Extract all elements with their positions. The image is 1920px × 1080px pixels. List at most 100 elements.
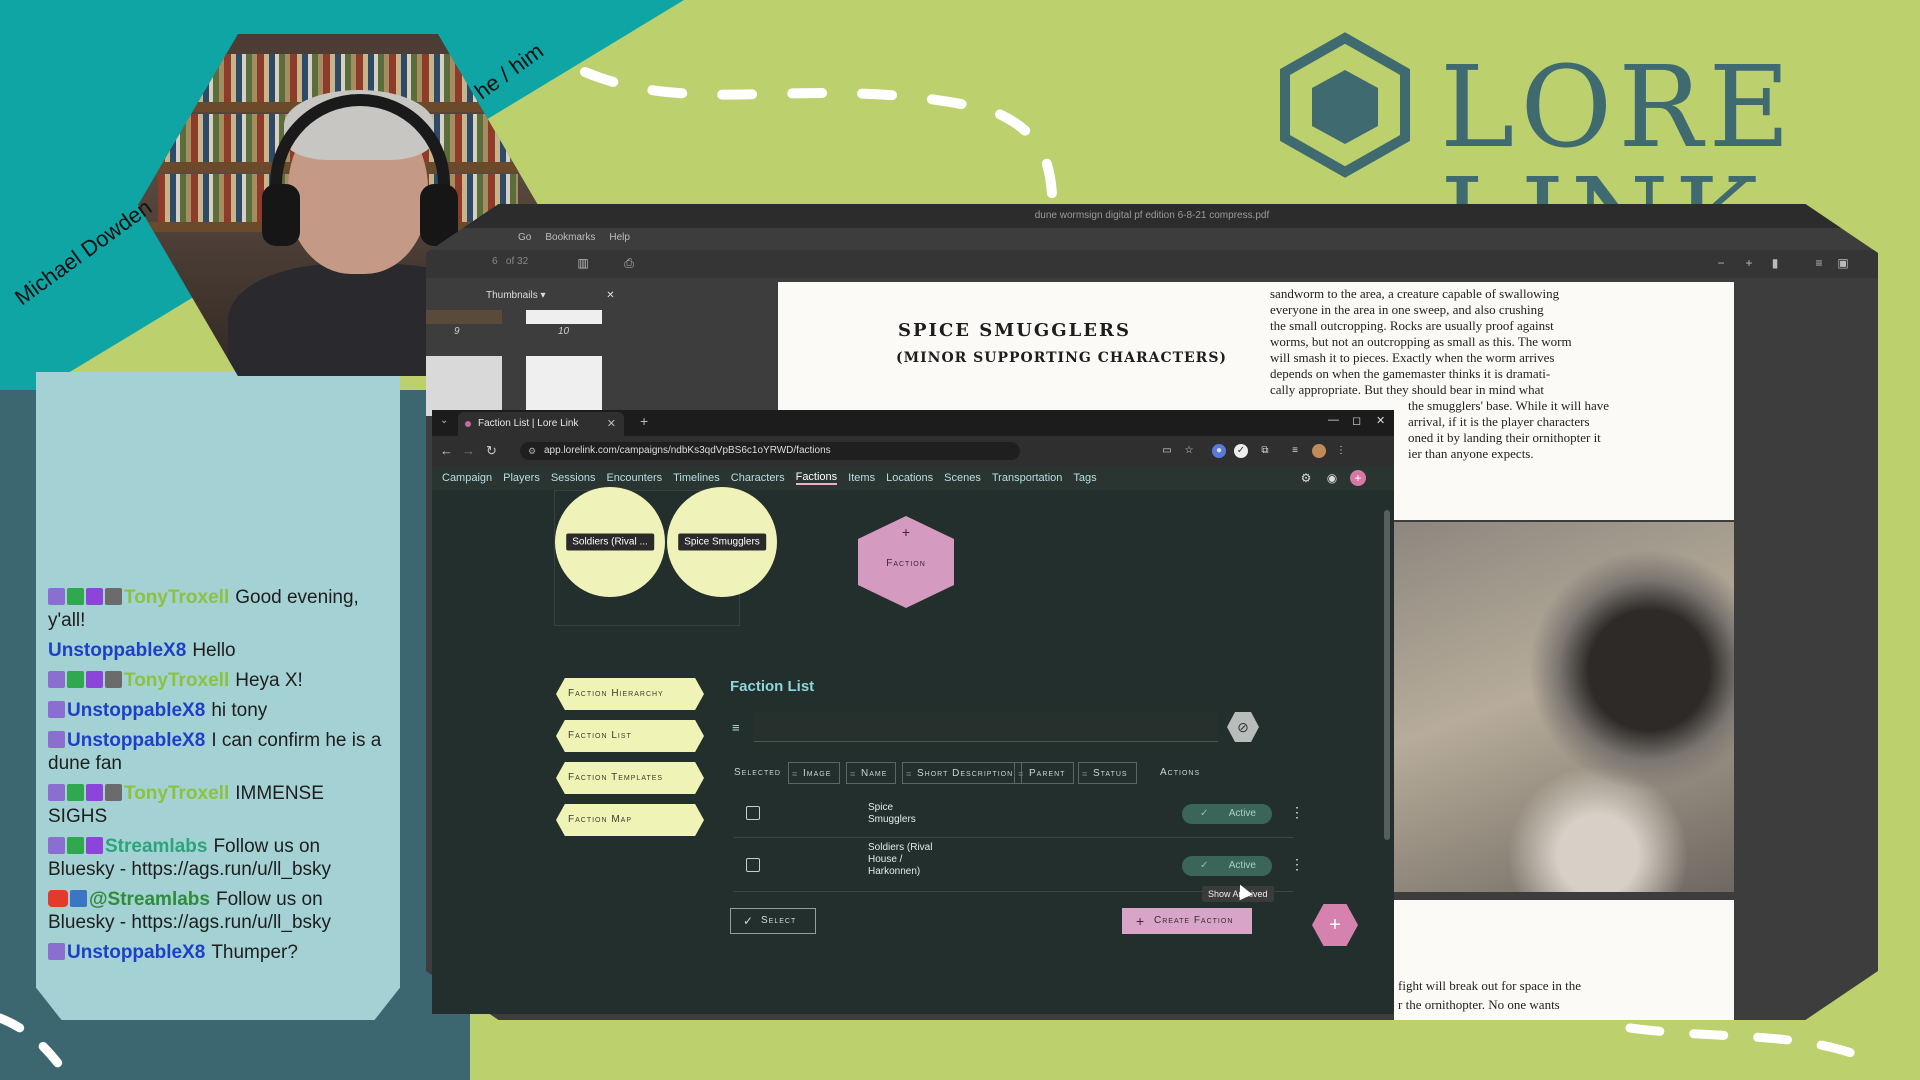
chat-username[interactable]: UnstoppableX8 (67, 700, 205, 721)
page-indicator[interactable]: 6 of 32 (492, 256, 528, 267)
fullscreen-icon[interactable]: ▣ (1836, 256, 1850, 270)
nav-items[interactable]: Items (848, 472, 875, 484)
thumbnails-dropdown[interactable]: Thumbnails ▾ ✕ (486, 290, 615, 301)
more-actions-icon[interactable]: ⋮ (1290, 804, 1304, 821)
menu-help[interactable]: Help (609, 232, 630, 243)
text-line: depends on when the gamemaster thinks it… (1270, 366, 1551, 381)
column-short-description[interactable]: Short Description (902, 762, 1023, 785)
extension-icon[interactable]: ✓ (1234, 444, 1248, 458)
faction-node[interactable]: Soldiers (Rival ... (555, 487, 665, 597)
page-thumbnail[interactable] (526, 356, 602, 416)
minimize-icon[interactable]: — (1328, 414, 1339, 426)
site-info-icon[interactable]: ⚙ (528, 442, 536, 460)
maximize-icon[interactable]: ◻ (1352, 414, 1361, 427)
zoom-out-icon[interactable]: − (1714, 256, 1728, 270)
filter-icon[interactable]: ≡ (732, 720, 740, 735)
gift-badge-icon (105, 784, 122, 801)
floating-add-button[interactable]: + (1312, 904, 1358, 946)
chat-username[interactable]: TonyTroxell (124, 783, 229, 804)
faction-node[interactable]: Spice Smugglers (667, 487, 777, 597)
gift-badge-icon (105, 671, 122, 688)
menu-go[interactable]: Go (518, 232, 531, 243)
nav-scenes[interactable]: Scenes (944, 472, 981, 484)
page-thumbnail[interactable] (526, 310, 602, 324)
add-faction-node[interactable]: + Faction (858, 516, 954, 608)
chat-username[interactable]: TonyTroxell (124, 587, 229, 608)
column-status[interactable]: Status (1078, 762, 1137, 785)
clear-filter-icon[interactable]: ⊘ (1227, 712, 1259, 742)
twitch-badge-icon (48, 671, 65, 688)
extensions-puzzle-icon[interactable]: ⧉ (1258, 444, 1272, 458)
visibility-eye-icon[interactable]: ◉ (1324, 470, 1340, 486)
nav-characters[interactable]: Characters (731, 472, 785, 484)
status-badge[interactable]: Active (1182, 804, 1272, 824)
profile-avatar[interactable] (1312, 444, 1326, 458)
chat-username[interactable]: Streamlabs (105, 836, 207, 857)
page-total: of 32 (505, 256, 529, 267)
row-checkbox[interactable] (746, 806, 760, 820)
reload-icon[interactable]: ↻ (486, 443, 497, 459)
pdf-body-text: fight will break out for space in the r … (1398, 976, 1581, 1014)
tab-search-icon[interactable]: ⌄ (440, 415, 448, 426)
select-button[interactable]: ✓ Select (730, 908, 816, 934)
nav-players[interactable]: Players (503, 472, 540, 484)
page-current[interactable]: 6 (492, 256, 498, 267)
page-thumbnail[interactable] (426, 356, 502, 416)
faction-node-label: Spice Smugglers (678, 533, 766, 551)
table-row[interactable]: Spice Smugglers Active ⋮ (734, 790, 1304, 838)
cast-icon[interactable]: ▭ (1160, 444, 1174, 458)
settings-gear-icon[interactable]: ⚙ (1298, 470, 1314, 486)
nav-timelines[interactable]: Timelines (673, 472, 720, 484)
faction-map-button[interactable]: Faction Map (556, 804, 704, 836)
chat-username[interactable]: UnstoppableX8 (67, 730, 205, 751)
chat-username[interactable]: TonyTroxell (124, 670, 229, 691)
nav-campaign[interactable]: Campaign (442, 472, 492, 484)
back-icon[interactable]: ← (440, 443, 453, 458)
browser-menu-icon[interactable]: ⋮ (1334, 444, 1348, 458)
close-window-icon[interactable]: ✕ (1376, 414, 1385, 427)
media-icon[interactable]: ≡ (1288, 444, 1302, 458)
url-input[interactable]: ⚙ app.lorelink.com/campaigns/ndbKs3qdVpB… (520, 442, 1020, 460)
new-tab-icon[interactable]: + (640, 413, 648, 429)
faction-templates-button[interactable]: Faction Templates (556, 762, 704, 794)
select-button-label: Select (761, 915, 797, 926)
add-icon[interactable]: + (1350, 470, 1366, 486)
sidebar-toggle-icon[interactable]: ▥ (576, 256, 590, 270)
scrollbar[interactable] (1384, 510, 1390, 840)
bookmark-star-icon[interactable]: ☆ (1182, 444, 1196, 458)
nav-sessions[interactable]: Sessions (551, 472, 596, 484)
filter-input[interactable] (754, 712, 1218, 742)
close-icon[interactable]: ✕ (606, 290, 614, 301)
column-image[interactable]: Image (788, 762, 841, 785)
chat-username[interactable]: UnstoppableX8 (67, 942, 205, 963)
chat-username[interactable]: @Streamlabs (89, 889, 210, 910)
nav-encounters[interactable]: Encounters (606, 472, 662, 484)
table-row[interactable]: Soldiers (Rival House / Harkonnen) Activ… (734, 838, 1304, 892)
more-actions-icon[interactable]: ⋮ (1290, 856, 1304, 873)
column-parent[interactable]: Parent (1014, 762, 1075, 785)
faction-hierarchy-button[interactable]: Faction Hierarchy (556, 678, 704, 710)
faction-list-button[interactable]: Faction List (556, 720, 704, 752)
text-line: sandworm to the area, a creature capable… (1270, 286, 1560, 301)
status-badge[interactable]: Active (1182, 856, 1272, 876)
chat-message: TonyTroxell Heya X! (48, 669, 388, 692)
browser-tab[interactable]: Faction List | Lore Link ✕ (458, 412, 624, 436)
extension-icon[interactable]: ● (1212, 444, 1226, 458)
row-checkbox[interactable] (746, 858, 760, 872)
create-faction-button[interactable]: + Create Faction (1122, 908, 1252, 934)
nav-transportation[interactable]: Transportation (992, 472, 1063, 484)
nav-factions[interactable]: Factions (795, 471, 838, 485)
menu-bookmarks[interactable]: Bookmarks (545, 232, 595, 243)
chat-username[interactable]: UnstoppableX8 (48, 640, 186, 661)
nav-tags[interactable]: Tags (1073, 472, 1096, 484)
nav-locations[interactable]: Locations (886, 472, 933, 484)
zoom-in-icon[interactable]: + (1742, 256, 1756, 270)
print-icon[interactable]: ⎙ (622, 256, 636, 270)
page-thumbnail[interactable] (426, 310, 502, 324)
pdf-menu-bar: Go Bookmarks Help (518, 232, 630, 243)
column-name[interactable]: Name (846, 762, 897, 785)
fit-page-icon[interactable]: ▮ (1768, 256, 1782, 270)
forward-icon[interactable]: → (462, 443, 475, 458)
close-icon[interactable]: ✕ (607, 412, 616, 436)
menu-icon[interactable]: ≡ (1812, 256, 1826, 270)
